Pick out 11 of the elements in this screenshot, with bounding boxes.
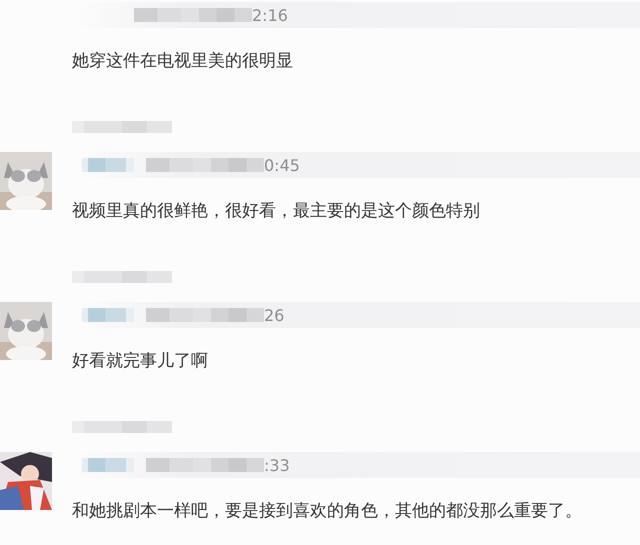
comment-time: 0:45 <box>264 156 300 174</box>
comment-text: 和她挑剧本一样吧，要是接到喜欢的角色，其他的都没那么重要了。 <box>72 500 583 522</box>
comment-time: :33 <box>264 456 290 474</box>
comment-text: 她穿这件在电视里美的很明显 <box>72 50 294 72</box>
blurred-username <box>82 158 134 172</box>
comment-time: 2:16 <box>252 6 288 24</box>
comment-text: 视频里真的很鲜艳，很好看，最主要的是这个颜色特别 <box>72 200 481 222</box>
blurred-username <box>82 458 134 472</box>
blurred-username <box>82 308 134 322</box>
comment-text: 好看就完事儿了啊 <box>72 350 209 372</box>
comment-time: 26 <box>264 306 284 324</box>
